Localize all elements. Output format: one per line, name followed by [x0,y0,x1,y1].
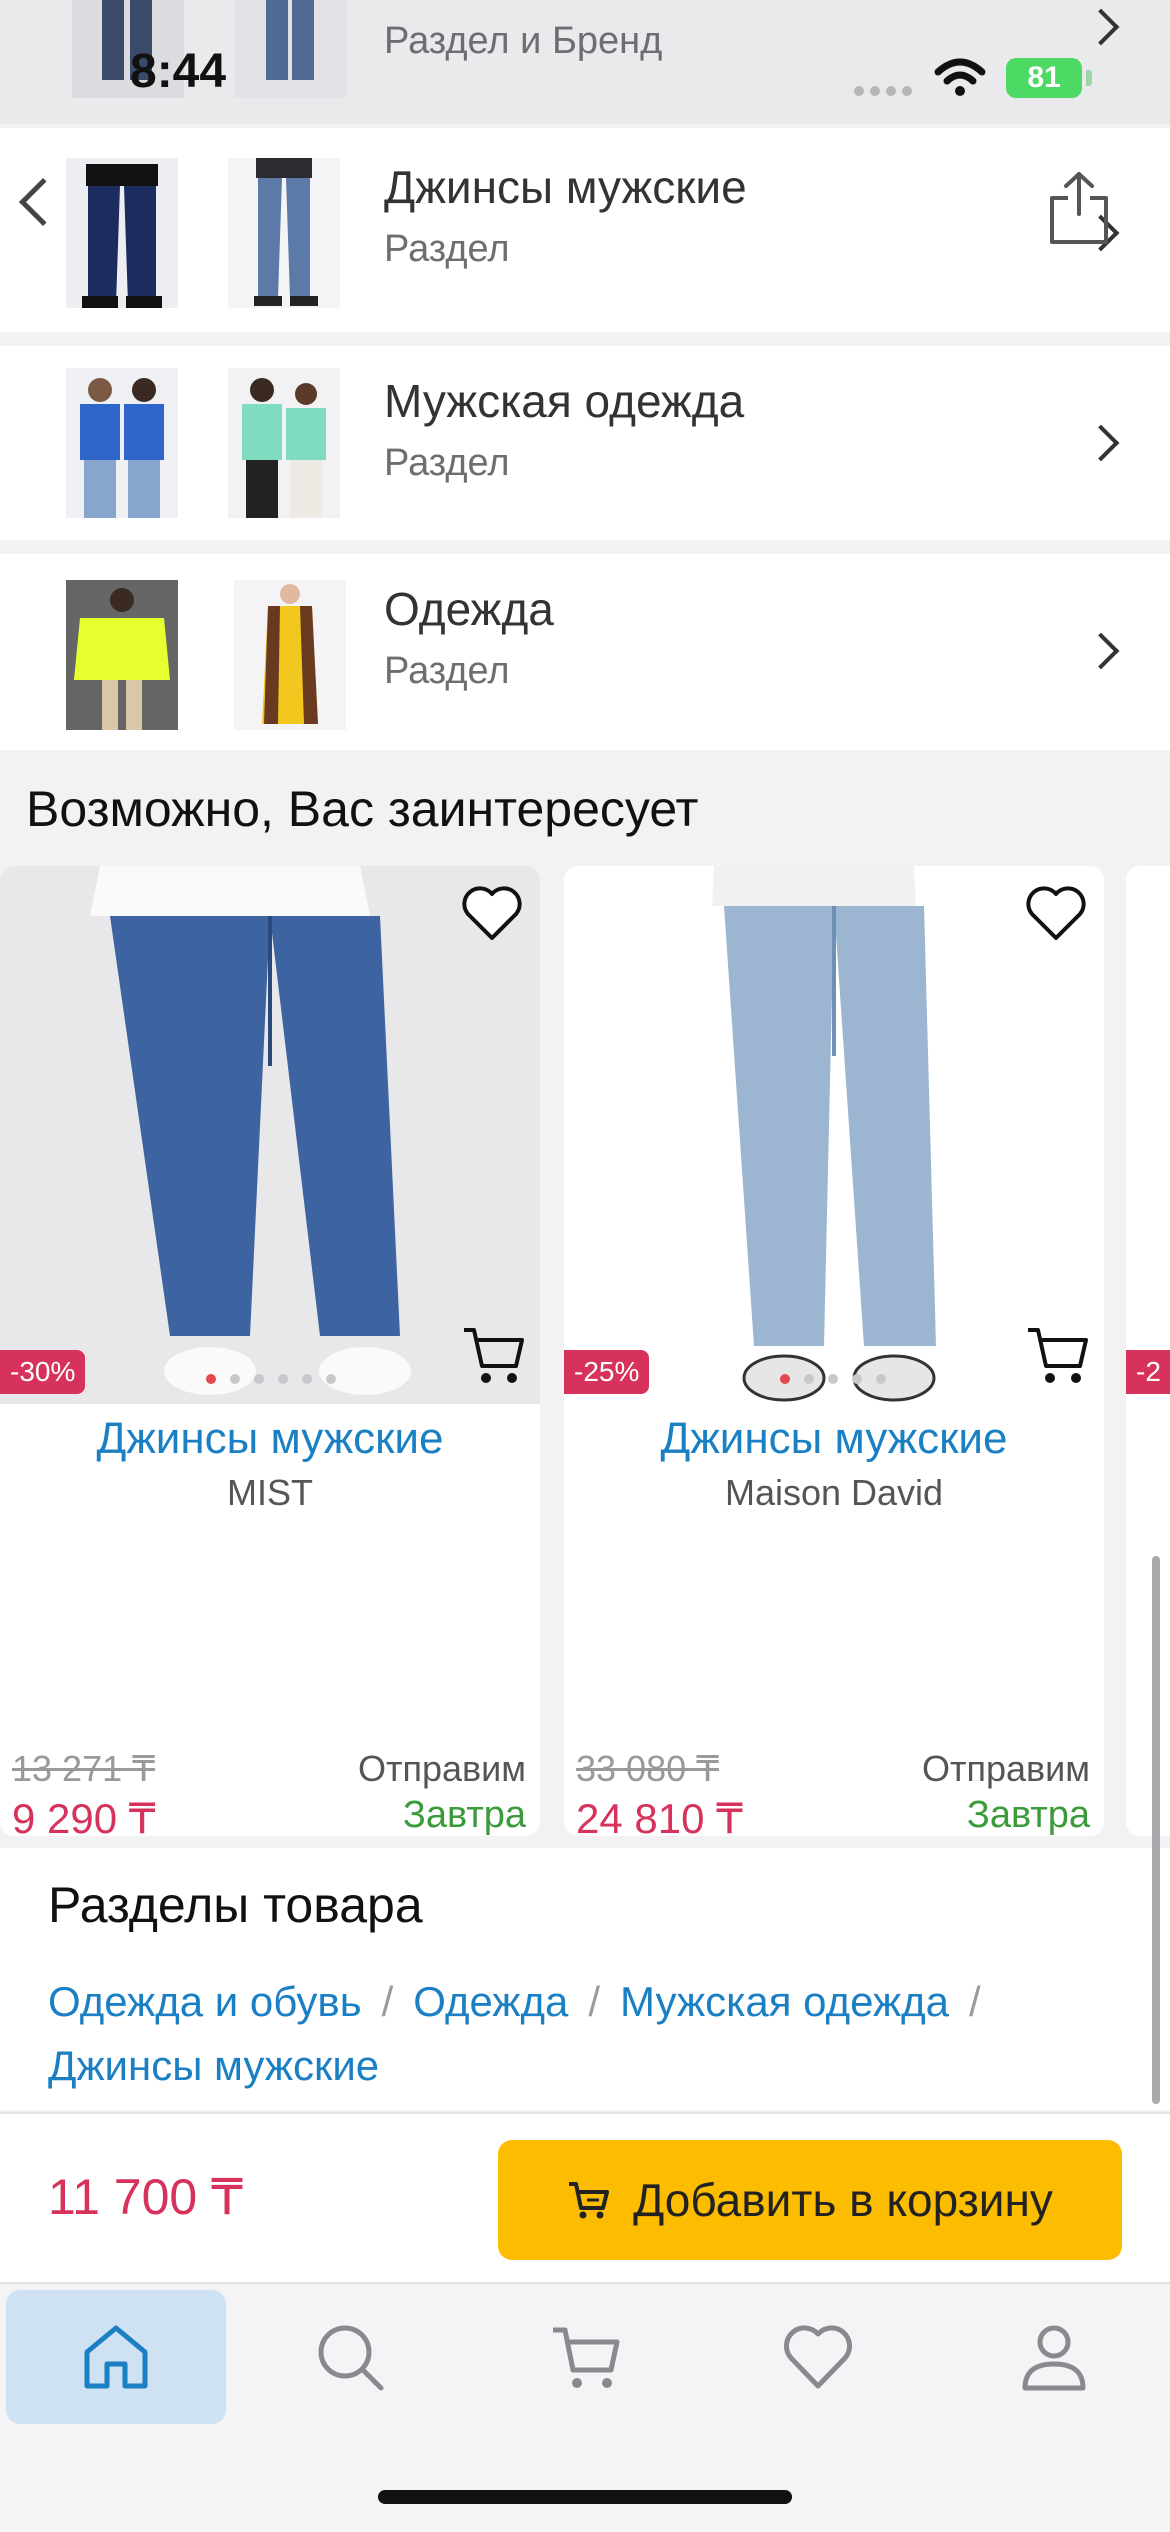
discount-badge: -2 [1126,1350,1170,1394]
old-price: 13 271 ₸ [12,1748,156,1789]
cellular-icon [854,86,912,96]
product-sections-title: Разделы товара [48,1877,423,1933]
shipping-label: Отправим [921,1748,1090,1789]
cart-icon [569,2182,610,2219]
product-price: 24 810 ₸ [576,1795,743,1836]
battery-icon: 81 [1006,58,1082,98]
section-title: Одежда [384,583,554,635]
section-thumb-jeans-2 [228,158,340,308]
product-price: 9 290 ₸ [12,1795,156,1836]
carousel-dots [206,1374,336,1384]
buy-bar: 11 700 ₸ Добавить в корзину [0,2112,1170,2282]
chevron-right-icon [1082,424,1120,462]
status-time: 8:44 [130,45,227,98]
section-subtitle: Раздел [384,650,510,692]
section-row-clothes[interactable]: Одежда Раздел [0,554,1170,750]
search-icon [318,2325,384,2391]
product-price: 11 700 ₸ [48,2169,243,2225]
product-card[interactable]: -30% Джинсы мужские MIST 13 271 ₸ 9 290 … [0,866,540,1836]
scrollbar[interactable] [1152,1556,1160,2104]
section-title: Мужская одежда [384,375,745,427]
shipping-label: Отправим [357,1748,526,1789]
tab-search[interactable] [240,2290,460,2424]
cart-icon[interactable] [460,1322,526,1388]
shipping-day: Завтра [402,1794,526,1836]
tab-favorites[interactable] [708,2290,928,2424]
section-thumb-clothes-1 [66,580,178,730]
wifi-icon [934,58,986,96]
section-thumb-mens-1 [66,368,178,518]
heart-icon [783,2325,853,2389]
product-photo[interactable] [564,866,1104,1404]
add-to-cart-label: Добавить в корзину [633,2174,1053,2226]
section-thumb-mens-2 [228,368,340,518]
add-to-cart-button[interactable]: Добавить в корзину [498,2140,1122,2260]
chevron-right-icon [1082,632,1120,670]
home-indicator [378,2490,792,2504]
section-title: Джинсы мужские [384,161,747,213]
old-price: 33 080 ₸ [576,1748,720,1789]
profile-icon [1022,2325,1086,2391]
breadcrumb-separator: / [968,1978,981,2025]
section-subtitle: Раздел [384,442,510,484]
product-name[interactable]: Джинсы мужские [564,1414,1104,1464]
cart-icon[interactable] [1024,1322,1090,1388]
breadcrumb: Одежда и обувь / Одежда / Мужская одежда / Джи… [48,1970,1108,2098]
carousel-dots [780,1374,886,1384]
section-subtitle: Раздел [384,228,510,270]
product-brand: Maison David [724,1472,944,1513]
breadcrumb-separator: / [381,1978,394,2025]
section-thumb-clothes-2 [234,580,346,730]
breadcrumb-separator: / [588,1978,601,2025]
tab-profile[interactable] [944,2290,1164,2424]
tab-home[interactable] [6,2290,226,2424]
product-brand: MIST [227,1472,313,1513]
product-photo[interactable] [0,866,540,1404]
recommendations-title: Возможно, Вас заинтересует [26,781,699,837]
breadcrumb-link[interactable]: Одежда и обувь [48,1978,362,2025]
product-card-peek[interactable]: -2 [1126,866,1170,1836]
heart-icon[interactable] [1024,884,1088,942]
discount-badge: -30% [0,1350,86,1394]
breadcrumb-link[interactable]: Мужская одежда [620,1978,949,2025]
share-icon[interactable] [1048,170,1110,246]
section-thumb-jeans-1 [66,158,178,308]
battery-tip [1086,70,1092,86]
section-row-mens[interactable]: Мужская одежда Раздел [0,346,1170,540]
shipping-day: Завтра [966,1794,1090,1836]
breadcrumb-link[interactable]: Одежда [413,1978,568,2025]
breadcrumb-link[interactable]: Джинсы мужские [48,2042,379,2089]
home-icon [84,2325,148,2389]
product-sections: Разделы товара Одежда и обувь / Одежда / Муж… [0,1848,1170,2110]
product-name[interactable]: Джинсы мужские [0,1414,540,1464]
product-card[interactable]: -25% Джинсы мужские Maison David 33 080 … [564,866,1104,1836]
section-row-jeans[interactable]: Джинсы мужские Раздел [0,128,1170,332]
cart-icon [553,2327,620,2388]
heart-icon[interactable] [460,884,524,942]
tab-cart[interactable] [476,2290,696,2424]
discount-badge: -25% [564,1350,650,1394]
status-bar: 8:44 81 [0,0,1170,125]
